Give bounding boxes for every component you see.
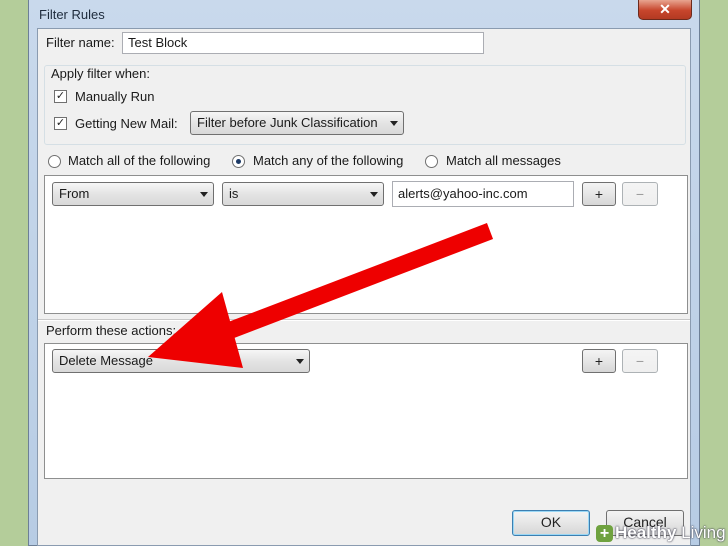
plus-logo-icon: +: [596, 525, 613, 543]
annotation-arrow: [148, 223, 494, 368]
arrow-head-icon: [148, 292, 243, 368]
watermark-brand-living: Living: [681, 523, 726, 542]
arrow-shaft: [201, 223, 494, 348]
healthy-living-watermark: + Healthy Living: [596, 522, 726, 544]
watermark-brand-healthy: Healthy: [615, 523, 677, 542]
